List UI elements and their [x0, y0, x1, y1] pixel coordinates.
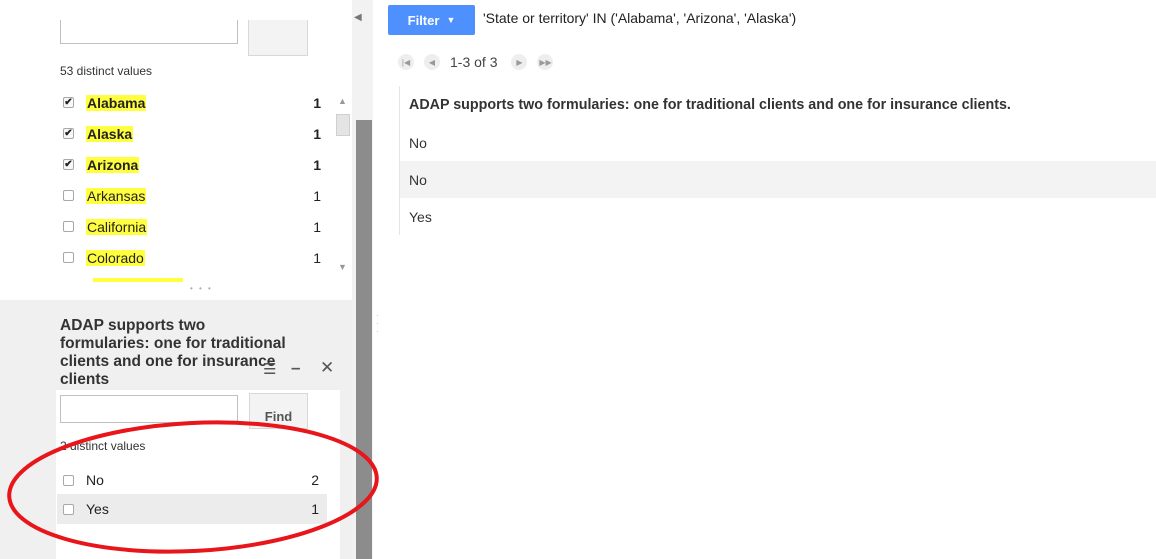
annotation-ellipse [7, 420, 379, 554]
